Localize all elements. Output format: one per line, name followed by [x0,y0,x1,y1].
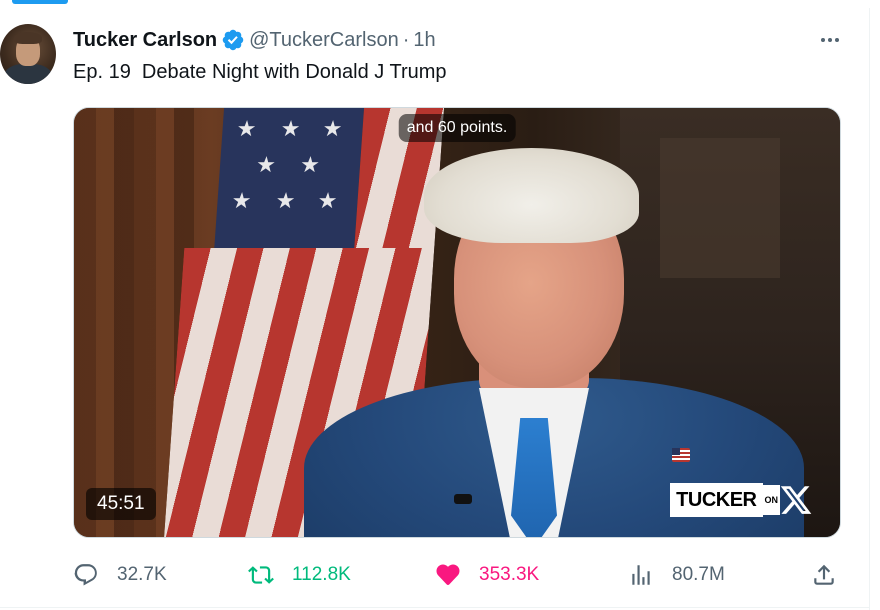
share-icon [814,564,834,585]
views-button[interactable]: 80.7M [628,560,725,590]
flag-pin-icon [672,448,690,462]
lapel-mic-icon [454,494,472,504]
tucker-on-x-logo: TUCKER ON [670,483,814,517]
like-icon [436,564,460,585]
reply-count: 32.7K [117,564,167,585]
reply-button[interactable]: 32.7K [73,560,167,590]
tweet-divider [0,607,870,608]
like-count: 353.3K [479,564,540,585]
more-icon[interactable] [818,30,842,50]
share-button[interactable] [811,560,837,590]
author-name[interactable]: Tucker Carlson [73,29,217,52]
interviewee-image [304,148,804,537]
tweet-text: Ep. 19 Debate Night with Donald J Trump [73,61,447,83]
verified-badge-icon[interactable] [221,28,245,52]
tweet-time[interactable]: 1h [413,29,435,52]
watermark-text: TUCKER [670,483,763,517]
retweet-count: 112.8K [292,564,351,585]
video-caption: and 60 points. [398,114,516,142]
retweet-icon [248,566,274,584]
reply-icon [74,564,97,586]
retweet-button[interactable]: 112.8K [248,560,351,590]
video-duration: 45:51 [86,488,156,520]
like-button[interactable]: 353.3K [435,560,539,590]
x-logo-icon [780,486,812,514]
views-count: 80.7M [672,564,725,585]
column-divider [869,8,870,610]
views-icon [632,565,650,585]
video-player[interactable]: ★ ★ ★ ★ ★ ★ ★ ★ and 60 points. 45:51 TUCKER O… [73,107,841,538]
tab-indicator [12,0,68,4]
author-handle[interactable]: @TuckerCarlson [249,29,399,52]
tweet-header: Tucker Carlson @TuckerCarlson · 1h [73,27,436,53]
separator-dot: · [402,28,410,51]
tweet-actions: 32.7K 112.8K 353.3K 80.7M [73,560,843,590]
avatar[interactable] [0,24,56,84]
